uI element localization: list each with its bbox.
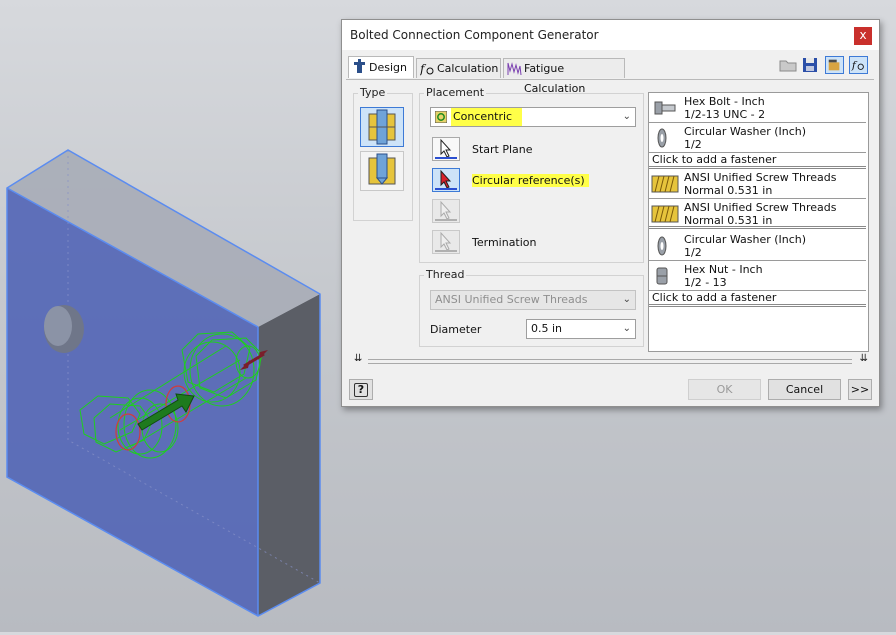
circular-reference-selector[interactable] xyxy=(432,168,460,192)
diameter-value: 0.5 in xyxy=(531,322,563,335)
save-icon[interactable] xyxy=(801,56,820,74)
diameter-select[interactable]: 0.5 in ⌄ xyxy=(526,319,636,339)
title-bar: Bolted Connection Component Generator x xyxy=(342,20,879,50)
tab-design-label: Design xyxy=(369,61,407,74)
fastener-size: 1/2 xyxy=(684,138,702,151)
placement-mode-value: Concentric xyxy=(451,108,523,126)
thread-group: Thread ANSI Unified Screw Threads ⌄ Diam… xyxy=(419,268,644,347)
thread-group-label: Thread xyxy=(424,268,467,281)
start-plane-label: Start Plane xyxy=(472,143,533,156)
circular-washer-icon xyxy=(657,236,667,256)
toolbar-icons: f xyxy=(779,56,871,76)
placement-group-label: Placement xyxy=(424,86,487,99)
thread-type-value: ANSI Unified Screw Threads xyxy=(435,293,588,306)
formula-icon: f xyxy=(420,62,434,76)
hex-bolt-icon xyxy=(654,101,676,115)
concentric-icon xyxy=(435,111,447,123)
settings-icon[interactable] xyxy=(825,56,844,74)
placement-group: Placement Concentric ⌄ Start Plane Circu… xyxy=(419,86,644,263)
threaded-hole-icon xyxy=(651,205,679,223)
blind-hole-type-button[interactable] xyxy=(360,151,404,191)
svg-text:f: f xyxy=(420,62,427,76)
termination-label: Termination xyxy=(472,236,537,249)
plate-side-face xyxy=(258,294,320,616)
blind-hole-icon xyxy=(368,153,396,185)
fastener-name: ANSI Unified Screw Threads xyxy=(684,201,837,214)
more-button[interactable]: >> xyxy=(848,379,872,400)
fastener-size: 1/2 xyxy=(684,246,702,259)
panel-expander[interactable]: ⇊ ⇊ xyxy=(354,353,868,367)
calculation-toggle-icon[interactable]: f xyxy=(849,56,868,74)
svg-text:f: f xyxy=(851,59,858,72)
tab-calculation-label: Calculation xyxy=(437,62,499,75)
add-fastener-top[interactable]: Click to add a fastener xyxy=(649,153,866,169)
circular-reference-label: Circular reference(s) xyxy=(472,174,589,187)
hex-nut-icon xyxy=(656,267,668,285)
fastener-name: Hex Bolt - Inch xyxy=(684,95,765,108)
dialog-title: Bolted Connection Component Generator xyxy=(350,28,599,42)
expand-left-icon[interactable]: ⇊ xyxy=(354,353,362,364)
select-arrow-active-icon xyxy=(435,169,457,190)
fastener-list: Hex Bolt - Inch 1/2-13 UNC - 2 Circular … xyxy=(648,92,869,352)
ok-button[interactable]: OK xyxy=(688,379,761,400)
chevron-down-icon: ⌄ xyxy=(622,323,631,334)
termination-selector xyxy=(432,230,460,254)
help-icon: ? xyxy=(354,383,368,397)
chevron-down-icon: ⌄ xyxy=(622,111,631,122)
select-arrow-disabled-icon xyxy=(435,200,457,221)
chevron-down-icon: ⌄ xyxy=(622,294,631,305)
fastener-row-washer[interactable]: Circular Washer (Inch) 1/2 xyxy=(649,231,866,261)
expander-line xyxy=(368,359,852,364)
dialog-footer: ? OK Cancel >> xyxy=(342,373,879,406)
type-group-label: Type xyxy=(358,86,388,99)
fastener-row-hex-bolt[interactable]: Hex Bolt - Inch 1/2-13 UNC - 2 xyxy=(649,93,866,123)
close-button[interactable]: x xyxy=(854,27,872,45)
circular-washer-icon xyxy=(657,128,667,148)
fastener-size: 1/2-13 UNC - 2 xyxy=(684,108,766,121)
select-arrow-icon xyxy=(435,138,457,159)
select-arrow-disabled-icon xyxy=(435,231,457,252)
bolt-design-icon xyxy=(354,59,365,73)
fastener-row-thread[interactable]: ANSI Unified Screw Threads Normal 0.531 … xyxy=(649,169,866,199)
third-selector xyxy=(432,199,460,223)
open-folder-icon[interactable] xyxy=(779,56,798,74)
fastener-size: Normal 0.531 in xyxy=(684,214,773,227)
expand-right-icon[interactable]: ⇊ xyxy=(860,353,868,364)
start-plane-selector[interactable] xyxy=(432,137,460,161)
type-group: Type xyxy=(353,86,413,221)
diameter-label: Diameter xyxy=(430,323,482,336)
fastener-name: Circular Washer (Inch) xyxy=(684,125,807,138)
tab-design[interactable]: Design xyxy=(348,56,414,78)
bolted-connection-dialog: Bolted Connection Component Generator x … xyxy=(341,19,880,407)
fastener-name: ANSI Unified Screw Threads xyxy=(684,171,837,184)
help-button[interactable]: ? xyxy=(349,379,373,400)
fastener-size: 1/2 - 13 xyxy=(684,276,727,289)
fastener-name: Circular Washer (Inch) xyxy=(684,233,807,246)
threaded-hole-icon xyxy=(651,175,679,193)
thread-type-select: ANSI Unified Screw Threads ⌄ xyxy=(430,290,636,310)
add-fastener-bottom[interactable]: Click to add a fastener xyxy=(649,291,866,307)
fastener-name: Hex Nut - Inch xyxy=(684,263,763,276)
through-bolt-icon xyxy=(368,109,396,145)
tab-fatigue-calculation[interactable]: Fatigue Calculation xyxy=(503,58,625,95)
through-bolt-type-button[interactable] xyxy=(360,107,404,147)
placement-mode-select[interactable]: Concentric ⌄ xyxy=(430,107,636,127)
fastener-size: Normal 0.531 in xyxy=(684,184,773,197)
cancel-button[interactable]: Cancel xyxy=(768,379,841,400)
fastener-row-hex-nut[interactable]: Hex Nut - Inch 1/2 - 13 xyxy=(649,261,866,291)
fastener-row-washer[interactable]: Circular Washer (Inch) 1/2 xyxy=(649,123,866,153)
fatigue-graph-icon xyxy=(507,62,522,76)
tab-calculation[interactable]: f Calculation xyxy=(416,58,501,78)
fastener-row-thread[interactable]: ANSI Unified Screw Threads Normal 0.531 … xyxy=(649,199,866,229)
